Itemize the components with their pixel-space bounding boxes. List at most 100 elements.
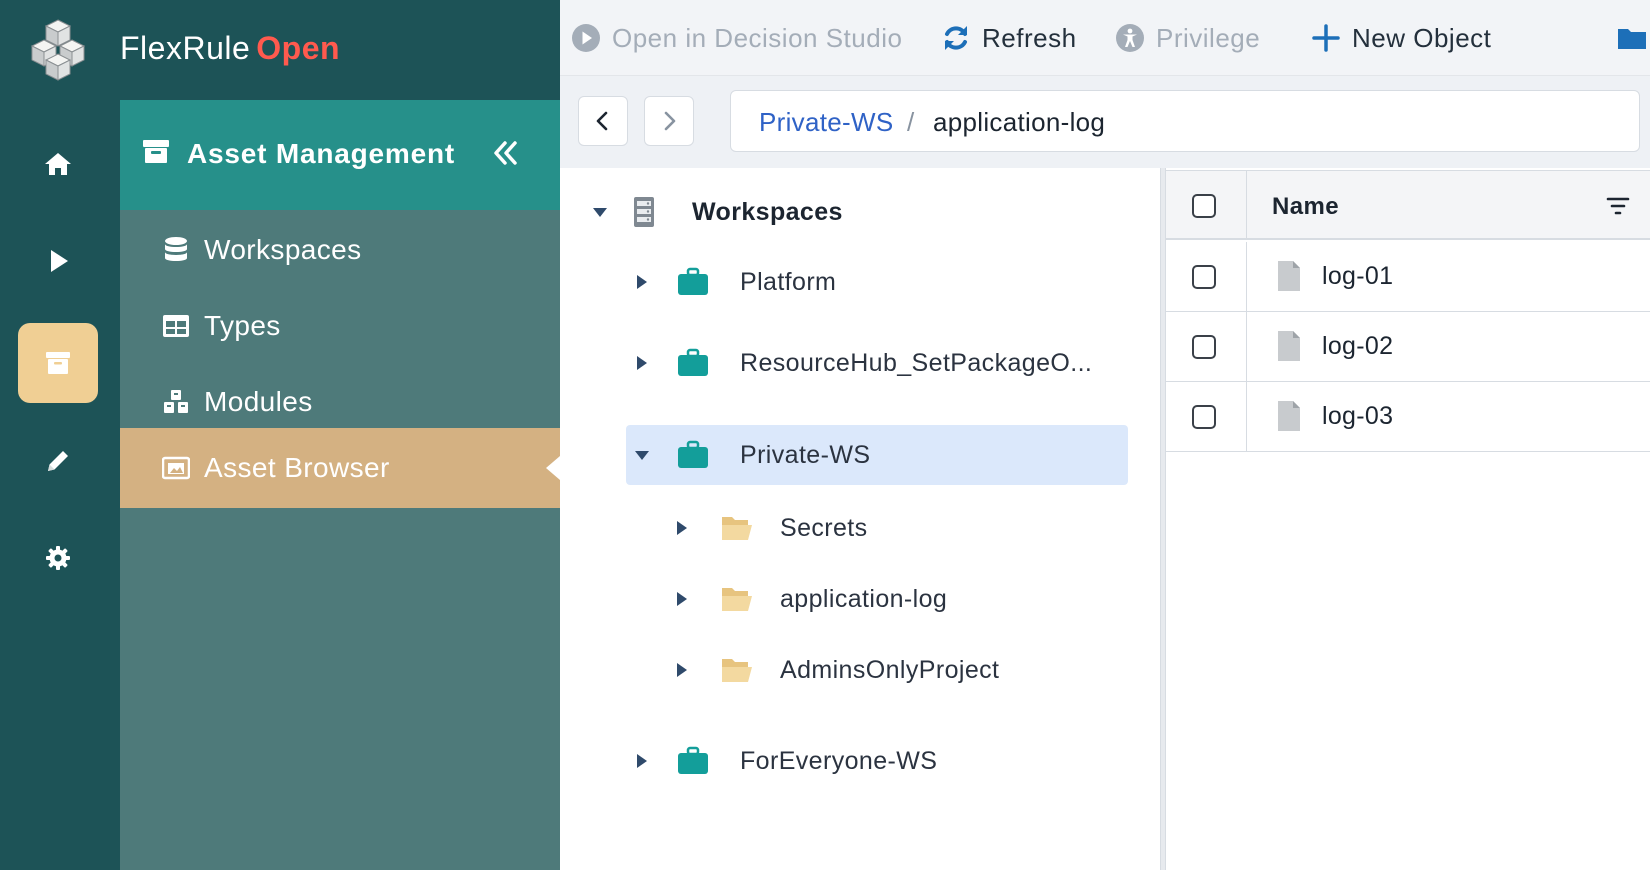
row-name: log-02 <box>1322 332 1394 360</box>
filter-icon[interactable] <box>1606 195 1630 217</box>
side-menu: Asset Management Workspaces Types Module… <box>120 100 560 870</box>
tree-node-label: application-log <box>780 585 948 613</box>
side-menu-header: Asset Management <box>120 100 560 210</box>
row-checkbox[interactable] <box>1192 265 1216 289</box>
accessibility-icon <box>1116 24 1144 52</box>
breadcrumb: Private-WS / application-log <box>730 90 1640 152</box>
folder-open-icon <box>722 588 752 611</box>
brand-name: FlexRule <box>120 30 251 66</box>
app-header: FlexRule Open <box>0 0 560 100</box>
tree-node-platform[interactable]: Platform <box>560 252 1120 312</box>
tree-root-label: Workspaces <box>692 198 843 226</box>
select-all-checkbox[interactable] <box>1192 194 1216 218</box>
tree-node-adminsonlyproject[interactable]: AdminsOnlyProject <box>560 640 1120 700</box>
file-icon <box>1278 261 1300 291</box>
active-pointer <box>546 456 560 480</box>
toolbar: Open in Decision Studio Refresh Privileg… <box>560 0 1650 76</box>
collapse-double-chevron-icon[interactable] <box>488 136 522 170</box>
file-icon <box>1278 401 1300 431</box>
new-object-label: New Object <box>1352 22 1492 53</box>
chevron-left-icon <box>596 111 608 131</box>
tree-node-label: Private-WS <box>740 441 871 469</box>
briefcase-icon <box>678 746 708 774</box>
caret-right-icon[interactable] <box>632 751 652 771</box>
menu-item-types[interactable]: Types <box>120 286 560 366</box>
database-icon <box>165 237 187 261</box>
briefcase-icon <box>678 348 708 376</box>
cubes-icon <box>164 390 188 413</box>
folder-open-icon <box>722 517 752 540</box>
home-icon <box>45 153 71 175</box>
refresh-button[interactable]: Refresh <box>940 18 1077 58</box>
folder-icon <box>1618 29 1646 49</box>
privilege-button[interactable]: Privilege <box>1114 18 1260 58</box>
caret-down-icon[interactable] <box>590 202 610 222</box>
menu-item-workspaces[interactable]: Workspaces <box>120 210 560 290</box>
briefcase-icon <box>678 440 708 468</box>
server-icon <box>634 197 654 227</box>
tree-node-resourcehub[interactable]: ResourceHub_SetPackageO... <box>560 333 1120 393</box>
column-header-name[interactable]: Name <box>1272 193 1339 221</box>
tree-node-label: AdminsOnlyProject <box>780 656 1000 684</box>
tree-node-private-ws[interactable]: Private-WS <box>626 425 1128 485</box>
rail-settings-button[interactable] <box>18 518 98 598</box>
asset-grid: Name log-01 log-02 log-03 <box>1166 168 1650 870</box>
rail-edit-button[interactable] <box>18 421 98 501</box>
caret-right-icon[interactable] <box>632 353 652 373</box>
flexrule-logo-icon <box>30 19 86 81</box>
tree-node-label: ForEveryone-WS <box>740 747 938 775</box>
back-button[interactable] <box>578 96 628 146</box>
refresh-label: Refresh <box>982 22 1077 53</box>
chevron-right-icon <box>664 111 676 131</box>
breadcrumb-current: application-log <box>933 107 1106 137</box>
caret-down-icon[interactable] <box>632 445 652 465</box>
table-row[interactable]: log-03 <box>1166 382 1650 452</box>
forward-button[interactable] <box>644 96 694 146</box>
rail-run-button[interactable] <box>18 221 98 301</box>
open-in-decision-studio-button[interactable]: Open in Decision Studio <box>570 18 902 58</box>
rail-home-button[interactable] <box>18 124 98 204</box>
table-row[interactable]: log-02 <box>1166 312 1650 382</box>
new-object-button[interactable]: New Object <box>1310 18 1491 58</box>
side-menu-title: Asset Management <box>187 138 455 169</box>
column-divider <box>1246 242 1247 311</box>
table-icon <box>163 315 189 337</box>
navigation-bar: Private-WS / application-log <box>560 76 1650 168</box>
tree-node-label: Platform <box>740 268 837 296</box>
tree-node-secrets[interactable]: Secrets <box>560 498 1120 558</box>
column-divider <box>1246 382 1247 451</box>
workspace-tree: Workspaces Platform ResourceHub_SetPacka… <box>560 168 1160 870</box>
row-checkbox[interactable] <box>1192 335 1216 359</box>
tree-node-label: ResourceHub_SetPackageO... <box>740 349 1093 377</box>
breadcrumb-parent-link[interactable]: Private-WS <box>759 107 893 138</box>
column-divider <box>1246 312 1247 381</box>
row-checkbox[interactable] <box>1192 405 1216 429</box>
plus-icon <box>1312 24 1340 52</box>
privilege-label: Privilege <box>1156 22 1261 53</box>
tree-root-workspaces[interactable]: Workspaces <box>560 182 1120 242</box>
table-row[interactable]: log-01 <box>1166 242 1650 312</box>
caret-right-icon[interactable] <box>672 518 692 538</box>
row-name: log-03 <box>1322 402 1394 430</box>
briefcase-icon <box>678 267 708 295</box>
grid-header: Name <box>1166 170 1650 240</box>
tree-node-application-log[interactable]: application-log <box>560 569 1120 629</box>
rail-asset-management-button[interactable] <box>18 323 98 403</box>
tree-node-foreveryone-ws[interactable]: ForEveryone-WS <box>560 731 1120 791</box>
caret-right-icon[interactable] <box>672 660 692 680</box>
archive-icon <box>143 140 169 163</box>
play-icon <box>51 250 68 272</box>
caret-right-icon[interactable] <box>672 589 692 609</box>
menu-item-label: Asset Browser <box>204 452 390 483</box>
refresh-icon <box>945 26 967 50</box>
new-folder-button[interactable] <box>1616 18 1650 58</box>
open-in-decision-studio-label: Open in Decision Studio <box>612 22 903 53</box>
caret-right-icon[interactable] <box>632 272 652 292</box>
image-browser-icon <box>162 456 190 480</box>
file-icon <box>1278 331 1300 361</box>
play-circle-icon <box>572 24 600 52</box>
menu-item-asset-browser[interactable]: Asset Browser <box>120 428 560 508</box>
pencil-icon <box>48 451 68 471</box>
tree-node-label: Secrets <box>780 514 868 542</box>
gear-icon <box>46 546 70 570</box>
